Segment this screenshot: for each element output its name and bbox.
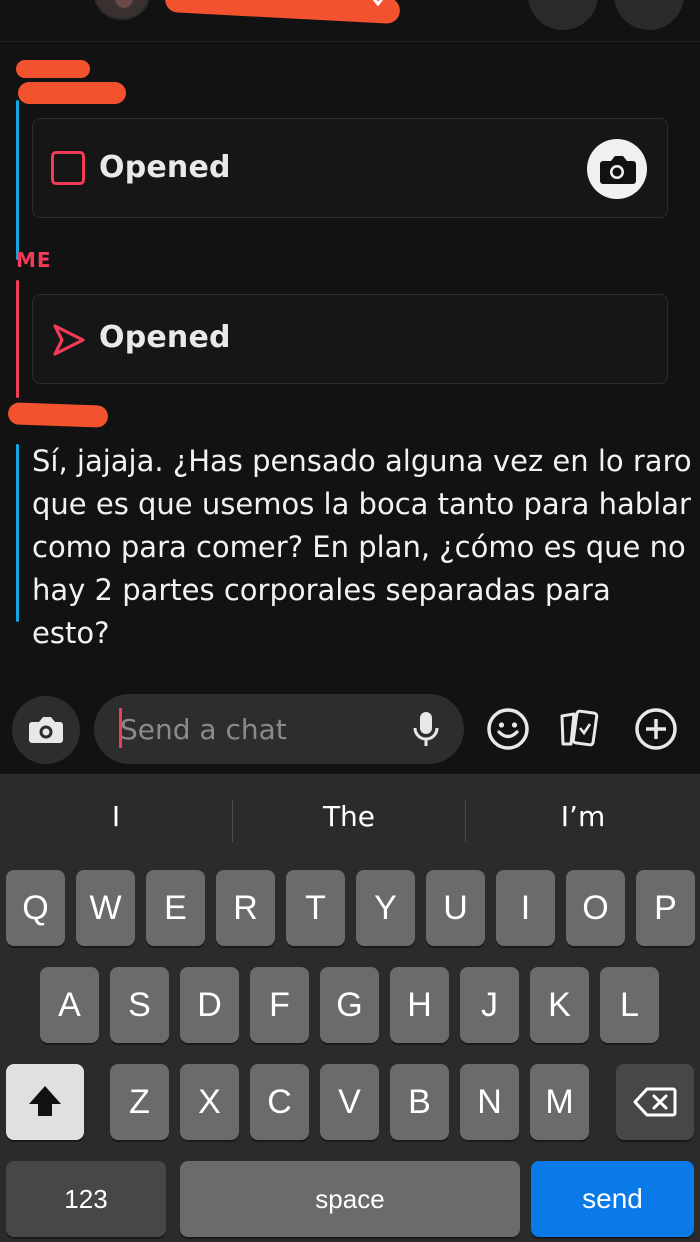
key-u[interactable]: U xyxy=(426,870,485,946)
key-z[interactable]: Z xyxy=(110,1064,169,1140)
key-j[interactable]: J xyxy=(460,967,519,1043)
key-h[interactable]: H xyxy=(390,967,449,1043)
key-y[interactable]: Y xyxy=(356,870,415,946)
snap-message-sent[interactable]: Opened xyxy=(32,294,668,384)
camera-icon xyxy=(600,156,636,184)
key-i[interactable]: I xyxy=(496,870,555,946)
header-icon-partial xyxy=(372,0,384,7)
key-l[interactable]: L xyxy=(600,967,659,1043)
text-message: Sí, jajaja. ¿Has pensado alguna vez en l… xyxy=(32,444,692,650)
emoji-icon[interactable] xyxy=(485,706,531,752)
square-snap-icon xyxy=(51,151,85,185)
keyboard: I The I’m Q W E R T Y U I O P A S D F G … xyxy=(0,774,700,1242)
sender-name-redacted xyxy=(7,402,109,428)
snap-message-received[interactable]: Opened xyxy=(32,118,668,218)
key-g[interactable]: G xyxy=(320,967,379,1043)
key-c[interactable]: C xyxy=(250,1064,309,1140)
camera-button[interactable] xyxy=(12,696,80,764)
key-n[interactable]: N xyxy=(460,1064,519,1140)
chevron-left-icon[interactable] xyxy=(30,0,58,10)
backspace-key[interactable] xyxy=(616,1064,694,1140)
video-call-button[interactable] xyxy=(614,0,684,30)
key-r[interactable]: R xyxy=(216,870,275,946)
suggestion-3[interactable]: I’m xyxy=(466,800,700,833)
suggestion-1[interactable]: I xyxy=(0,800,232,833)
arrow-sent-icon xyxy=(53,324,85,356)
backspace-icon xyxy=(633,1087,677,1117)
avatar[interactable] xyxy=(94,0,150,20)
chat-input[interactable] xyxy=(94,694,464,764)
numbers-key[interactable]: 123 xyxy=(6,1161,166,1237)
plus-icon[interactable] xyxy=(633,706,679,752)
send-key[interactable]: send xyxy=(531,1161,694,1237)
space-key[interactable]: space xyxy=(180,1161,520,1237)
snap-status: Opened xyxy=(99,150,231,185)
microphone-icon[interactable] xyxy=(412,710,440,750)
camera-reply-button[interactable] xyxy=(587,139,647,199)
sender-name-me: ME xyxy=(16,248,52,272)
sender-bar-friend xyxy=(16,444,19,622)
snap-status: Opened xyxy=(99,320,231,355)
key-d[interactable]: D xyxy=(180,967,239,1043)
sender-name-redacted xyxy=(16,60,90,78)
sender-name-redacted xyxy=(18,82,126,104)
key-k[interactable]: K xyxy=(530,967,589,1043)
chat-header xyxy=(0,0,700,42)
key-s[interactable]: S xyxy=(110,967,169,1043)
key-q[interactable]: Q xyxy=(6,870,65,946)
suggestion-2[interactable]: The xyxy=(233,800,465,833)
key-t[interactable]: T xyxy=(286,870,345,946)
suggestion-bar: I The I’m xyxy=(0,774,700,868)
sender-bar-friend xyxy=(16,100,19,260)
key-m[interactable]: M xyxy=(530,1064,589,1140)
camera-icon xyxy=(29,717,63,743)
chat-input-bar xyxy=(0,682,700,774)
key-o[interactable]: O xyxy=(566,870,625,946)
key-w[interactable]: W xyxy=(76,870,135,946)
shift-key[interactable] xyxy=(6,1064,84,1140)
key-a[interactable]: A xyxy=(40,967,99,1043)
key-p[interactable]: P xyxy=(636,870,695,946)
chat-area: Opened ME Opened Sí, jajaja. ¿Has pensad… xyxy=(0,42,700,682)
text-cursor xyxy=(119,708,122,748)
key-x[interactable]: X xyxy=(180,1064,239,1140)
key-e[interactable]: E xyxy=(146,870,205,946)
shift-arrow-icon xyxy=(29,1086,61,1116)
stickers-cards-icon[interactable] xyxy=(558,706,604,752)
key-v[interactable]: V xyxy=(320,1064,379,1140)
call-button[interactable] xyxy=(528,0,598,30)
key-b[interactable]: B xyxy=(390,1064,449,1140)
key-f[interactable]: F xyxy=(250,967,309,1043)
sender-bar-me xyxy=(16,280,19,398)
